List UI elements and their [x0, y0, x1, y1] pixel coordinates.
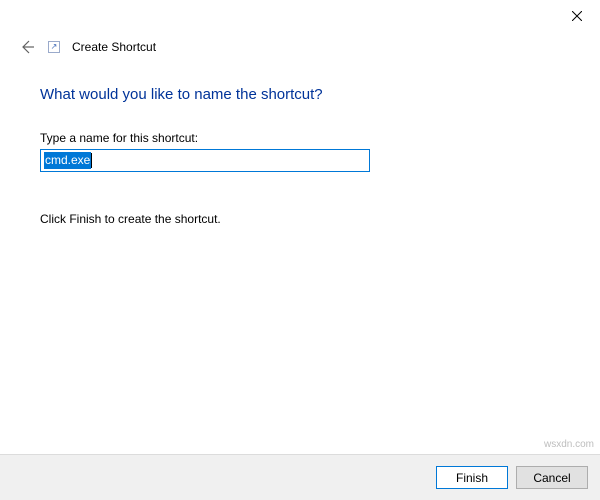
shortcut-name-input[interactable]: cmd.exe	[40, 149, 370, 172]
text-caret	[91, 153, 92, 168]
cancel-button[interactable]: Cancel	[516, 466, 588, 489]
name-field-label: Type a name for this shortcut:	[40, 131, 560, 145]
page-heading: What would you like to name the shortcut…	[40, 86, 560, 103]
wizard-title: Create Shortcut	[72, 40, 156, 54]
finish-button[interactable]: Finish	[436, 466, 508, 489]
watermark: wsxdn.com	[544, 439, 594, 450]
titlebar	[0, 0, 600, 32]
input-selected-text: cmd.exe	[44, 152, 91, 169]
button-bar: Finish Cancel	[0, 454, 600, 500]
close-button[interactable]	[554, 0, 600, 32]
wizard-header: ↗ Create Shortcut	[0, 32, 600, 68]
back-arrow-icon	[19, 39, 35, 55]
back-button[interactable]	[18, 38, 36, 56]
finish-hint: Click Finish to create the shortcut.	[40, 212, 560, 226]
close-icon	[572, 11, 582, 21]
content-area: What would you like to name the shortcut…	[0, 68, 600, 226]
shortcut-icon: ↗	[48, 41, 60, 53]
